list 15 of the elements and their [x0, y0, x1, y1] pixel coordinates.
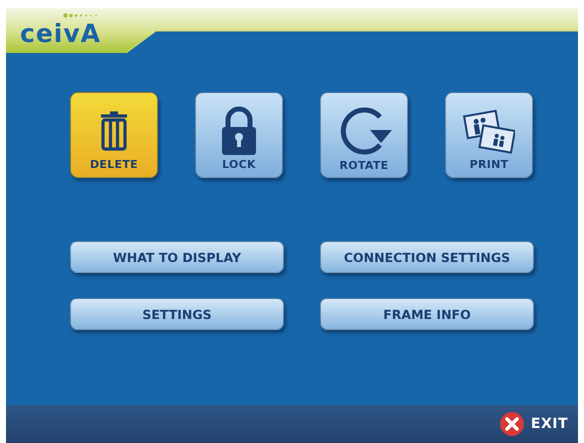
exit-button[interactable]: EXIT	[500, 412, 568, 436]
delete-button[interactable]: DELETE	[70, 92, 158, 178]
logo: ceivA	[20, 22, 101, 45]
print-button[interactable]: PRINT	[445, 92, 533, 178]
dots-icon	[63, 13, 99, 18]
menu-button[interactable]: WHAT TO DISPLAY	[70, 241, 284, 273]
trash-icon	[99, 110, 129, 150]
photos-icon	[463, 108, 515, 154]
lock-button[interactable]: LOCK	[195, 92, 283, 178]
rotate-button[interactable]: ROTATE	[320, 92, 408, 178]
padlock-icon	[220, 106, 258, 156]
menu-button[interactable]: SETTINGS	[70, 298, 284, 330]
close-icon	[500, 412, 524, 436]
menu-button[interactable]: CONNECTION SETTINGS	[320, 241, 534, 273]
menu-button[interactable]: FRAME INFO	[320, 298, 534, 330]
